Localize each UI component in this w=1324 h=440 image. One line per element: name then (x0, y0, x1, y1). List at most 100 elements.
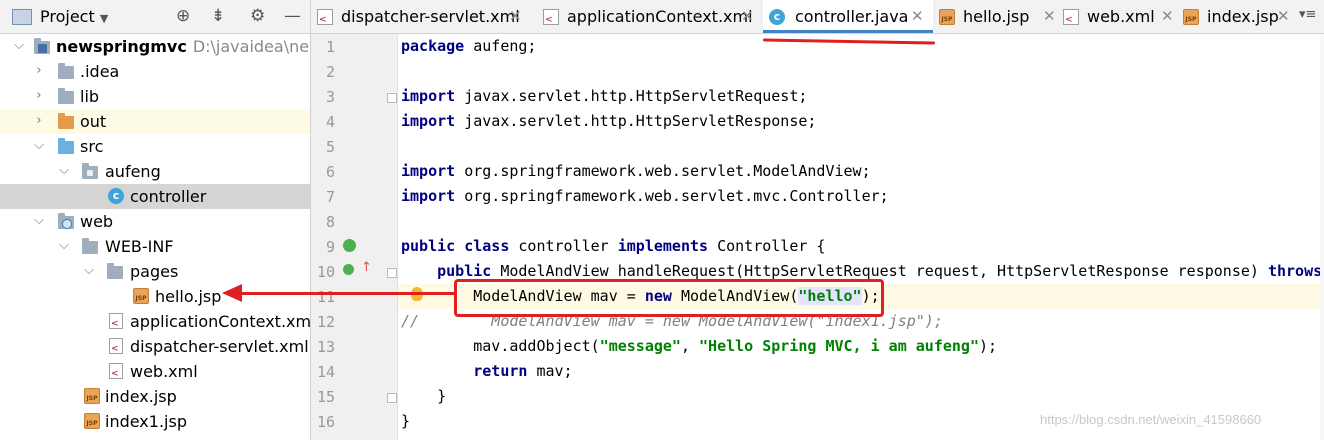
locate-file-icon[interactable]: ⊕ (176, 6, 190, 26)
code-token: import (401, 87, 456, 105)
implement-marker-icon[interactable] (343, 264, 354, 275)
gear-icon[interactable]: ⚙ (250, 6, 265, 26)
tab-label: applicationContext.xml (567, 7, 753, 26)
line-number: 14 (316, 363, 335, 381)
tab-controller-java[interactable]: c controller.java ✕ (763, 0, 933, 33)
tree-item-aufeng[interactable]: ⌵ aufeng (0, 159, 310, 184)
jsp-file-icon: JSP (939, 9, 955, 25)
override-arrow-icon[interactable]: ↑ (361, 260, 372, 275)
tree-item-src[interactable]: ⌵ src (0, 134, 310, 159)
tree-item-applicationcontext-xml[interactable]: applicationContext.xml (0, 309, 310, 334)
tree-item-label: web (80, 212, 114, 231)
chevron-down-icon[interactable]: ⌵ (33, 138, 45, 153)
tree-item-web[interactable]: ⌵ web (0, 209, 310, 234)
chevron-down-icon[interactable]: ⌵ (58, 163, 70, 178)
orange-folder-icon (58, 113, 74, 129)
code-token: import (401, 162, 456, 180)
jsp-file-icon: JSP (84, 413, 100, 429)
implement-marker-icon[interactable] (343, 239, 356, 252)
package-icon (82, 163, 98, 179)
hide-panel-icon[interactable]: — (284, 6, 301, 26)
project-view-icon (12, 9, 32, 25)
tree-item-label: newspringmvc (56, 37, 187, 56)
chevron-down-icon[interactable]: ⌵ (13, 38, 25, 53)
java-class-icon: c (108, 188, 124, 204)
tree-item-web-xml[interactable]: web.xml (0, 359, 310, 384)
tree-item-hello-jsp[interactable]: JSP hello.jsp (0, 284, 310, 309)
close-icon[interactable]: ✕ (741, 7, 754, 25)
tree-item-index1-jsp[interactable]: JSP index1.jsp (0, 409, 310, 434)
code-editor[interactable]: 1 2 3 4 5 6 7 8 9 10 11 12 13 14 15 16 ↑… (311, 34, 1324, 440)
folder-icon (107, 263, 123, 279)
tree-item-label: index.jsp (105, 387, 177, 406)
close-icon[interactable]: ✕ (1161, 7, 1174, 25)
line-number: 2 (325, 63, 335, 81)
line-number: 11 (316, 288, 335, 306)
chevron-right-icon[interactable]: › (33, 88, 45, 103)
line-number: 3 (325, 88, 335, 106)
tree-item-out[interactable]: › out (0, 109, 310, 134)
fold-toggle-icon[interactable] (387, 93, 397, 103)
chevron-right-icon[interactable]: › (33, 113, 45, 128)
chevron-down-icon[interactable]: ⌵ (33, 213, 45, 228)
tab-web-xml[interactable]: web.xml ✕ (1057, 0, 1177, 33)
tree-item-index-jsp[interactable]: JSP index.jsp (0, 384, 310, 409)
tree-item-lib[interactable]: › lib (0, 84, 310, 109)
jsp-file-icon: JSP (84, 388, 100, 404)
xml-file-icon (109, 338, 123, 354)
close-icon[interactable]: ✕ (911, 7, 924, 25)
code-token: aufeng; (464, 37, 537, 55)
project-path-hint: D:\javaidea\newspr (192, 37, 310, 56)
tab-applicationcontext-xml[interactable]: applicationContext.xml ✕ (537, 0, 759, 33)
project-panel-header: Project ▼ ⊕ ⇟ ⚙ — (0, 0, 310, 34)
chevron-right-icon[interactable]: › (33, 63, 45, 78)
jsp-file-icon: JSP (1183, 9, 1199, 25)
tab-label: web.xml (1087, 7, 1155, 26)
chevron-down-icon[interactable]: ⌵ (83, 263, 95, 278)
line-number: 1 (325, 38, 335, 56)
code-token: javax.servlet.http.HttpServletRequest; (455, 87, 808, 105)
chevron-down-icon[interactable]: ⌵ (58, 238, 70, 253)
tree-item-controller[interactable]: c controller (0, 184, 310, 209)
tree-item-label: controller (130, 187, 207, 206)
close-icon[interactable]: ✕ (509, 7, 522, 25)
code-token: return (473, 362, 528, 380)
tabs-overflow-icon[interactable]: ▾≡ (1299, 7, 1316, 22)
code-line-13: mav.addObject("message", "Hello Spring M… (401, 334, 997, 359)
code-token: mav; (527, 362, 573, 380)
close-icon[interactable]: ✕ (1277, 7, 1290, 25)
tab-label: dispatcher-servlet.xml (341, 7, 520, 26)
code-token: ModelAndView handleRequest(HttpServletRe… (491, 262, 1268, 280)
tree-item-newspringmvc[interactable]: ⌵ newspringmvc D:\javaidea\newspr (0, 34, 310, 59)
tab-dispatcher-servlet-xml[interactable]: dispatcher-servlet.xml ✕ (311, 0, 531, 33)
fold-toggle-icon[interactable] (387, 268, 397, 278)
tree-item-pages[interactable]: ⌵ pages (0, 259, 310, 284)
editor-scrollbar[interactable] (1320, 34, 1324, 440)
tree-item-label: out (80, 112, 107, 131)
collapse-all-icon[interactable]: ⇟ (211, 6, 225, 26)
fold-toggle-icon[interactable] (387, 393, 397, 403)
editor-tab-bar: dispatcher-servlet.xml ✕ applicationCont… (311, 0, 1324, 34)
tree-item-label: pages (130, 262, 179, 281)
line-number: 6 (325, 163, 335, 181)
tree-item-label: dispatcher-servlet.xml (130, 337, 309, 356)
tab-hello-jsp[interactable]: JSP hello.jsp ✕ (933, 0, 1057, 33)
tree-item-dispatcher-servlet-xml[interactable]: dispatcher-servlet.xml (0, 334, 310, 359)
code-token: controller (509, 237, 618, 255)
close-icon[interactable]: ✕ (1043, 7, 1056, 25)
tree-item-label: applicationContext.xml (130, 312, 311, 331)
tab-index-jsp[interactable]: JSP index.jsp ✕ (1177, 0, 1293, 33)
code-line-4: import javax.servlet.http.HttpServletRes… (401, 109, 816, 134)
line-number: 7 (325, 188, 335, 206)
tree-item-idea[interactable]: › .idea (0, 59, 310, 84)
tree-item-web-inf[interactable]: ⌵ WEB-INF (0, 234, 310, 259)
web-folder-icon (58, 213, 74, 229)
tree-item-label: .idea (80, 62, 120, 81)
project-view-selector[interactable]: Project ▼ (40, 7, 108, 26)
jsp-file-icon: JSP (133, 288, 149, 304)
line-number: 5 (325, 138, 335, 156)
module-folder-icon (34, 38, 50, 54)
java-class-icon: c (769, 9, 785, 25)
tab-label: controller.java (795, 7, 909, 26)
